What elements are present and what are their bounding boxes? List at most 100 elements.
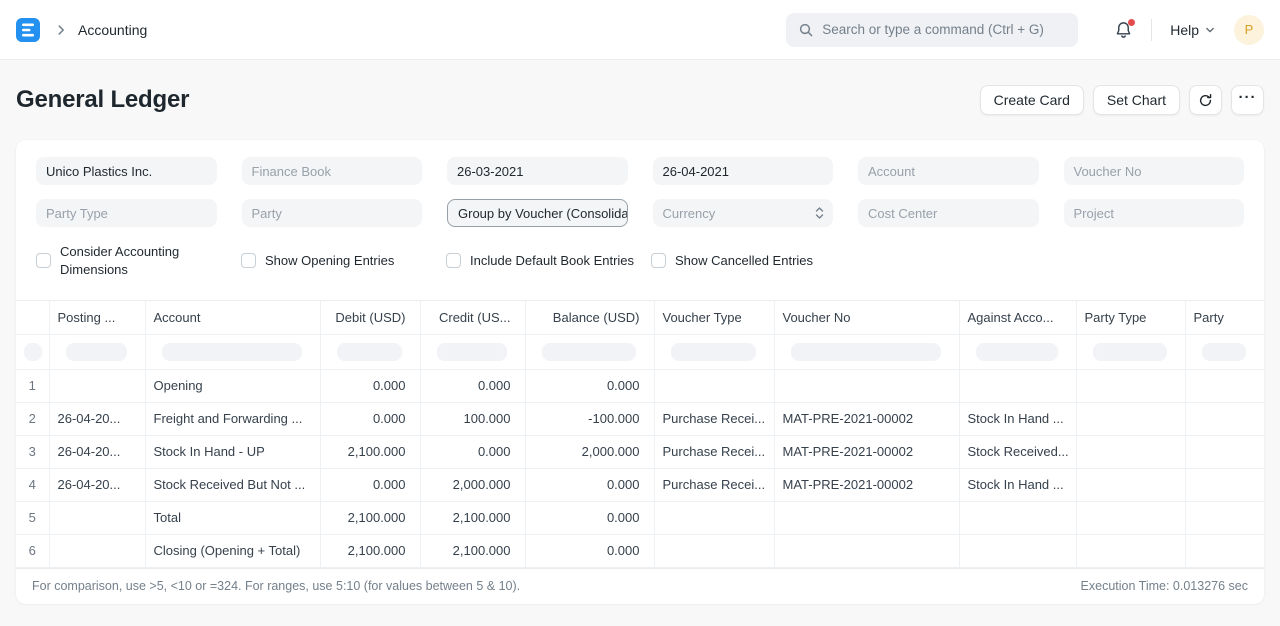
filter-currency-placeholder: Currency [663, 206, 716, 221]
filter-company[interactable]: Unico Plastics Inc. [36, 157, 217, 185]
column-header[interactable]: Party [1185, 301, 1264, 334]
filter-to-date-value: 26-04-2021 [663, 164, 730, 179]
column-header[interactable]: Account [145, 301, 320, 334]
checkbox-row: Consider Accounting Dimensions Show Open… [16, 227, 1264, 300]
column-header[interactable]: Voucher Type [654, 301, 774, 334]
table-cell: Stock Received But Not ... [145, 468, 320, 501]
checkbox-label: Consider Accounting Dimensions [60, 243, 185, 278]
column-filter-input[interactable] [24, 343, 42, 361]
row-index: 2 [16, 402, 49, 435]
filter-cell [420, 334, 525, 369]
filter-currency-select[interactable]: Currency [653, 199, 834, 227]
column-filter-input[interactable] [437, 343, 507, 361]
table-cell [1185, 369, 1264, 402]
table-cell: 2,100.000 [420, 534, 525, 567]
filter-hint-text: For comparison, use >5, <10 or =324. For… [32, 579, 520, 593]
filter-cell [1185, 334, 1264, 369]
checkbox-show-opening-entries[interactable]: Show Opening Entries [241, 252, 446, 270]
table-cell [959, 369, 1076, 402]
filter-account[interactable]: Account [858, 157, 1039, 185]
table-cell: Stock Received... [959, 435, 1076, 468]
execution-time: Execution Time: 0.013276 sec [1081, 579, 1248, 593]
table-cell: 2,000.000 [525, 435, 654, 468]
notifications-button[interactable] [1114, 20, 1133, 39]
menu-button[interactable]: ··· [1231, 85, 1264, 115]
filter-voucher-no-placeholder: Voucher No [1074, 164, 1142, 179]
filter-party-placeholder: Party [252, 206, 282, 221]
filter-cost-center-placeholder: Cost Center [868, 206, 937, 221]
filter-voucher-no[interactable]: Voucher No [1064, 157, 1245, 185]
column-header[interactable]: Against Acco... [959, 301, 1076, 334]
table-cell: 26-04-20... [49, 468, 145, 501]
table-header-row: Posting ...AccountDebit (USD)Credit (US.… [16, 301, 1264, 334]
checkbox-icon[interactable] [651, 253, 666, 268]
set-chart-button[interactable]: Set Chart [1093, 85, 1180, 115]
column-filter-input[interactable] [162, 343, 302, 361]
filter-finance-book-placeholder: Finance Book [252, 164, 332, 179]
table-cell [774, 501, 959, 534]
table-cell [1076, 534, 1185, 567]
create-card-button[interactable]: Create Card [980, 85, 1084, 115]
datatable-footer: For comparison, use >5, <10 or =324. For… [16, 568, 1264, 604]
column-filter-input[interactable] [337, 343, 402, 361]
table-cell [959, 501, 1076, 534]
help-menu[interactable]: Help [1170, 22, 1216, 38]
checkbox-icon[interactable] [241, 253, 256, 268]
table-row: 6Closing (Opening + Total)2,100.0002,100… [16, 534, 1264, 567]
table-cell [1185, 402, 1264, 435]
checkbox-icon[interactable] [446, 253, 461, 268]
table-cell: 0.000 [525, 501, 654, 534]
column-header[interactable]: Posting ... [49, 301, 145, 334]
table-cell [1185, 468, 1264, 501]
table-cell: 0.000 [525, 468, 654, 501]
filter-to-date[interactable]: 26-04-2021 [653, 157, 834, 185]
erpnext-logo-icon[interactable] [16, 18, 40, 42]
column-filter-input[interactable] [791, 343, 941, 361]
checkbox-show-cancelled-entries[interactable]: Show Cancelled Entries [651, 252, 856, 270]
table-cell: Stock In Hand - UP [145, 435, 320, 468]
filter-cell [320, 334, 420, 369]
table-cell [49, 501, 145, 534]
global-search-input[interactable]: Search or type a command (Ctrl + G) [786, 13, 1078, 47]
checkbox-label: Show Cancelled Entries [675, 252, 813, 270]
table-cell [1076, 369, 1185, 402]
column-header[interactable]: Voucher No [774, 301, 959, 334]
filter-project[interactable]: Project [1064, 199, 1245, 227]
column-header[interactable]: Balance (USD) [525, 301, 654, 334]
table-cell: MAT-PRE-2021-00002 [774, 402, 959, 435]
table-cell [1076, 402, 1185, 435]
column-filter-input[interactable] [66, 343, 127, 361]
table-cell [959, 534, 1076, 567]
refresh-button[interactable] [1189, 85, 1222, 115]
checkbox-icon[interactable] [36, 253, 51, 268]
filter-finance-book[interactable]: Finance Book [242, 157, 423, 185]
breadcrumb-accounting[interactable]: Accounting [78, 22, 147, 38]
table-cell: Total [145, 501, 320, 534]
checkbox-consider-accounting-dimensions[interactable]: Consider Accounting Dimensions [36, 243, 241, 278]
table-cell [1076, 501, 1185, 534]
checkbox-include-default-book-entries[interactable]: Include Default Book Entries [446, 252, 651, 270]
table-row: 5Total2,100.0002,100.0000.000 [16, 501, 1264, 534]
column-filter-input[interactable] [1202, 343, 1246, 361]
filter-group-by-select[interactable]: Group by Voucher (Consolidated) [447, 199, 628, 227]
column-header[interactable] [16, 301, 49, 334]
table-cell [1185, 435, 1264, 468]
table-cell: Opening [145, 369, 320, 402]
table-cell [654, 369, 774, 402]
filter-cell [774, 334, 959, 369]
column-filter-input[interactable] [976, 343, 1058, 361]
filter-party-type[interactable]: Party Type [36, 199, 217, 227]
filter-party[interactable]: Party [242, 199, 423, 227]
column-filter-input[interactable] [671, 343, 756, 361]
filter-from-date[interactable]: 26-03-2021 [447, 157, 628, 185]
column-filter-input[interactable] [542, 343, 636, 361]
table-cell: Closing (Opening + Total) [145, 534, 320, 567]
erpnext-logo-glyph [21, 23, 35, 37]
table-cell: 26-04-20... [49, 402, 145, 435]
user-avatar[interactable]: P [1234, 15, 1264, 45]
column-header[interactable]: Credit (US... [420, 301, 525, 334]
column-header[interactable]: Party Type [1076, 301, 1185, 334]
filter-cost-center[interactable]: Cost Center [858, 199, 1039, 227]
column-filter-input[interactable] [1093, 343, 1167, 361]
column-header[interactable]: Debit (USD) [320, 301, 420, 334]
